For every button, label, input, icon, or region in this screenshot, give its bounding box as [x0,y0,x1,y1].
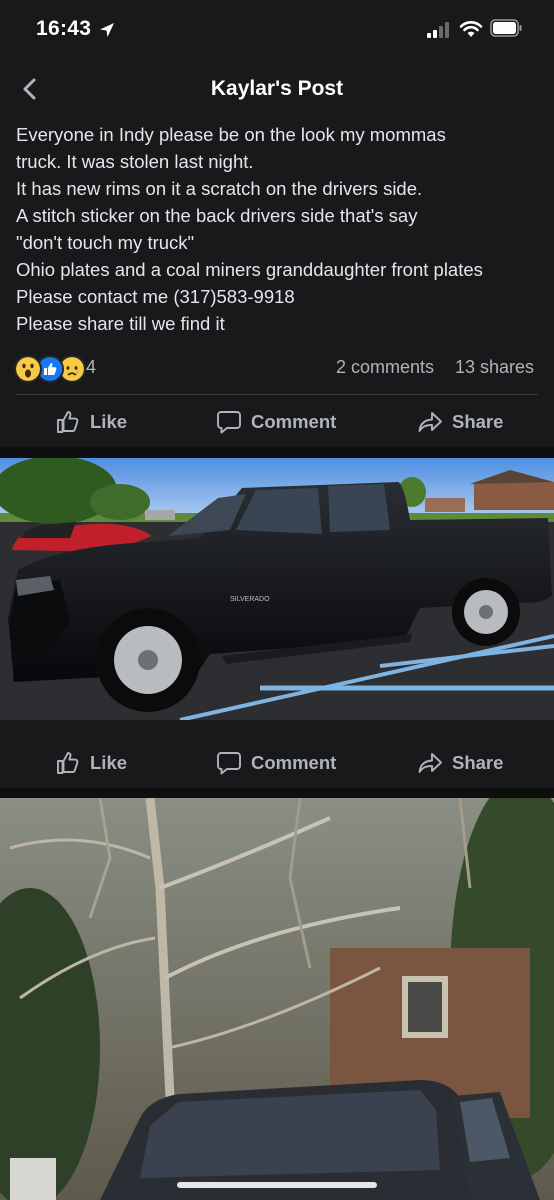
section-separator [0,447,554,458]
post-line: Please contact me (317)583-9918 [16,286,295,307]
truck-photo: SILVERADO [0,458,554,720]
photo-comment-button[interactable]: Comment [216,738,336,788]
photo-share-button[interactable]: Share [417,738,503,788]
comment-bubble-icon [217,752,241,775]
shares-count-link[interactable]: 13 shares [455,357,534,378]
share-button[interactable]: Share [417,397,503,447]
wifi-icon [459,21,483,37]
home-indicator[interactable] [177,1182,377,1188]
page-title: Kaylar's Post [210,77,344,100]
post-action-bar: Like Comment Share [0,397,554,447]
like-button[interactable]: Like [55,397,127,447]
like-label: Like [90,752,128,773]
cellular-signal-icon [427,22,449,38]
like-thumb-icon [57,752,79,774]
post-line: Please share till we find it [16,313,225,334]
post-line: It has new rims on it a scratch on the d… [16,178,423,199]
truck-badge-text: SILVERADO [230,596,270,603]
post-photo[interactable] [0,798,554,1200]
status-bar: 16:43 [0,0,554,60]
comments-count-link[interactable]: 2 comments [336,357,434,378]
post-line: "don't touch my truck" [16,232,195,253]
share-label: Share [452,752,504,773]
share-label: Share [452,411,504,432]
post-line: Ohio plates and a coal miners granddaugh… [16,259,483,280]
section-separator [0,788,554,798]
reaction-summary[interactable] [14,355,86,383]
share-arrow-icon [418,753,442,773]
nav-bar: Kaylar's Post [0,60,554,118]
reaction-count: 4 [86,357,97,377]
post-line: truck. It was stolen last night. [16,151,254,172]
comment-label: Comment [251,411,337,432]
photo-like-button[interactable]: Like [55,738,127,788]
comment-button[interactable]: Comment [216,397,336,447]
trees-truck-photo [0,798,554,1200]
divider [16,394,538,395]
photo-action-bar: Like Comment Share [0,738,554,788]
post-photo[interactable]: SILVERADO [0,458,554,720]
battery-icon [490,19,522,37]
post-line: Everyone in Indy please be on the look m… [16,124,446,145]
comment-label: Comment [251,752,337,773]
post-line: A stitch sticker on the back drivers sid… [16,205,418,226]
like-thumb-icon [57,411,79,433]
share-arrow-icon [418,412,442,432]
like-label: Like [90,411,128,432]
location-arrow-icon [100,23,114,37]
comment-bubble-icon [217,411,241,434]
wow-reaction-icon [14,355,42,383]
reactions-row: 4 2 comments 13 shares [0,352,554,384]
post-body: Everyone in Indy please be on the look m… [16,121,546,337]
status-time: 16:43 [36,17,92,40]
